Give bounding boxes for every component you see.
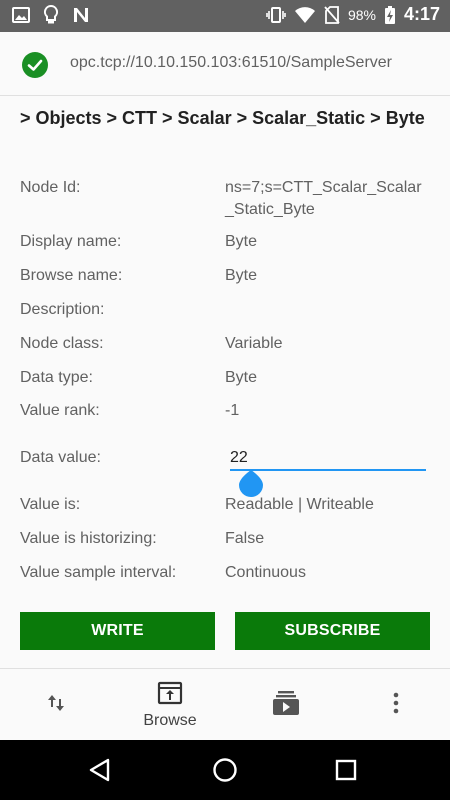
check-circle-icon	[22, 52, 48, 78]
property-label: Value sample interval:	[20, 564, 177, 581]
battery-charging-icon	[384, 5, 396, 25]
property-value: Continuous	[225, 564, 306, 581]
no-sim-icon	[324, 5, 340, 24]
property-label: Display name:	[20, 233, 122, 250]
nav-item-browse[interactable]: Browse	[130, 669, 210, 741]
back-icon[interactable]	[88, 758, 112, 787]
subscribe-button[interactable]: SUBSCRIBE	[235, 612, 430, 650]
property-label: Browse name:	[20, 267, 123, 284]
property-value: -1	[225, 402, 240, 419]
property-value: Byte	[225, 267, 258, 284]
nav-item-transfer[interactable]	[36, 669, 76, 741]
property-label: Description:	[20, 301, 105, 318]
property-value: Byte	[225, 369, 258, 386]
data-value-input[interactable]	[230, 445, 426, 471]
property-value: False	[225, 530, 265, 547]
nav-item-more[interactable]	[376, 669, 416, 741]
property-label: Value is:	[20, 496, 81, 513]
n-notification-icon	[72, 6, 90, 24]
status-bar: 98% 4:17	[0, 0, 450, 32]
property-label: Value is historizing:	[20, 530, 157, 547]
more-vert-icon	[392, 692, 400, 719]
bottom-navigation: Browse	[0, 668, 450, 740]
write-button[interactable]: WRITE	[20, 612, 215, 650]
property-label: Node class:	[20, 335, 104, 352]
vibrate-icon	[266, 6, 286, 24]
breadcrumb: > Objects > CTT > Scalar > Scalar_Static…	[20, 108, 425, 128]
property-label: Node Id:	[20, 179, 81, 196]
battery-level: 98%	[347, 6, 376, 23]
property-label: Data value:	[20, 449, 101, 466]
home-icon[interactable]	[212, 758, 238, 787]
clock: 4:17	[403, 4, 440, 24]
nav-item-subscriptions[interactable]	[266, 669, 306, 741]
subscriptions-icon	[272, 690, 300, 721]
property-value: ns=7;s=CTT_Scalar_Scalar_Static_Byte	[225, 179, 422, 218]
server-header[interactable]: opc.tcp://10.10.150.103:61510/SampleServ…	[0, 32, 450, 96]
property-label: Value rank:	[20, 402, 100, 419]
browse-icon	[157, 681, 183, 710]
swap-vertical-icon	[45, 692, 67, 719]
recents-icon[interactable]	[335, 758, 357, 787]
system-navigation-bar	[0, 740, 450, 800]
lightbulb-icon	[44, 5, 58, 25]
image-icon	[12, 6, 30, 24]
property-value: Readable | Writeable	[225, 496, 374, 513]
wifi-icon	[294, 6, 316, 24]
server-url: opc.tcp://10.10.150.103:61510/SampleServ…	[70, 54, 392, 71]
property-value: Variable	[225, 335, 283, 352]
property-label: Data type:	[20, 369, 93, 386]
nav-label: Browse	[143, 711, 197, 729]
property-value: Byte	[225, 233, 258, 250]
